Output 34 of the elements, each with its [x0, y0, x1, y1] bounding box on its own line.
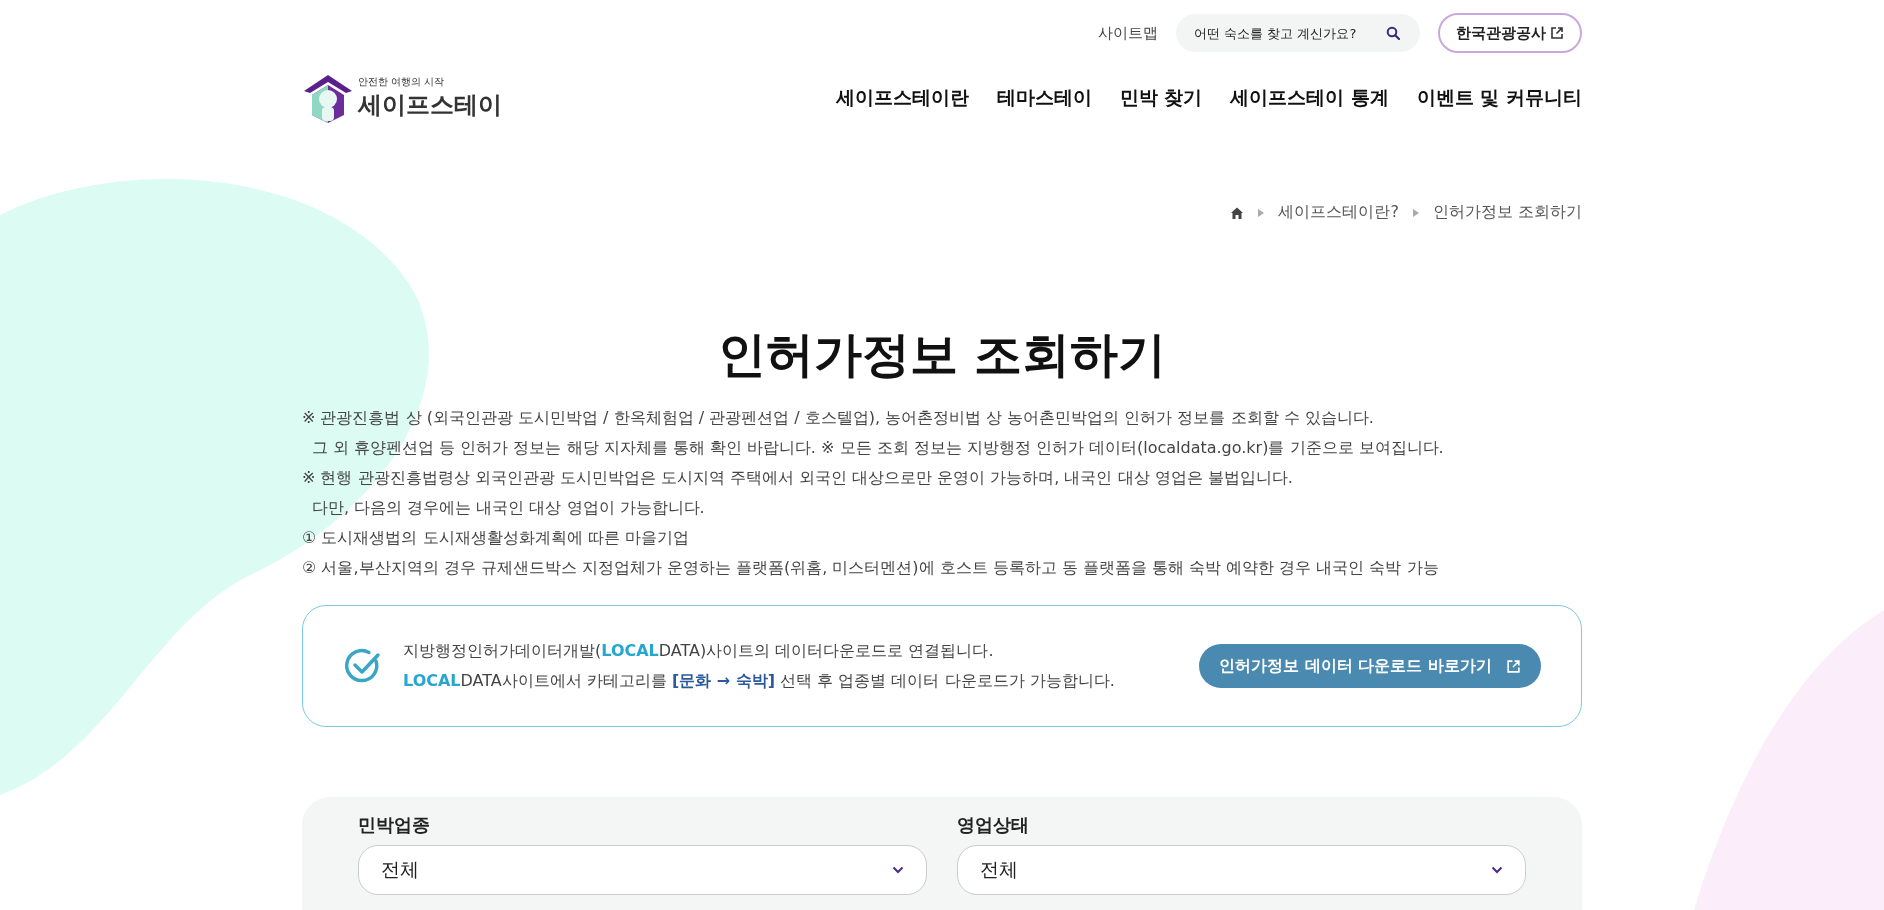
filter-label: 민박업종	[358, 813, 431, 837]
info-text: 지방행정인허가데이터개발(LOCALDATA)사이트의 데이터다운로드로 연결됩니다.	[403, 640, 995, 662]
external-link-icon	[1506, 658, 1521, 674]
search-icon	[1386, 26, 1400, 40]
nav-item[interactable]: 세이프스테이 통계	[1230, 85, 1389, 111]
logo-tagline: 안전한 여행의 시작	[358, 75, 446, 89]
notice-text: 그 외 휴양펜션업 등 인허가 정보는 해당 지자체를 통해 확인 바랍니다. ※ 모든 조회 정보는 지방행정 인허가 데이터(localdata.go.kr)를 기준으로 보여집니다.	[311, 437, 1445, 459]
nav-item[interactable]: 세이프스테이란	[835, 85, 969, 111]
caret-icon	[1412, 208, 1419, 217]
partner-link[interactable]: 한국관광공사	[1438, 13, 1582, 53]
breadcrumb-link[interactable]: 인허가정보 조회하기	[1432, 202, 1582, 223]
notice-text: ※ 현행 관광진흥법령상 외국인관광 도시민박업은 도시지역 주택에서 외국인 대상으로만 운영이 가능하며, 내국인 대상 영업은 불법입니다.	[302, 467, 1294, 489]
dropdown[interactable]: 전체	[957, 845, 1526, 895]
nav-item[interactable]: 테마스테이	[996, 85, 1092, 111]
notice-text: ② 서울,부산지역의 경우 규제샌드박스 지정업체가 운영하는 플랫폼(위홈, 미스터멘션)에 호스트 등록하고 동 플랫폼을 통해 숙박 예약한 경우 내국인 숙박 가능	[302, 557, 1440, 579]
notice-text: ① 도시재생법의 도시재생활성화계획에 따른 마을기업	[302, 527, 690, 549]
chevron-down-icon	[892, 866, 904, 874]
external-link-icon	[1550, 26, 1564, 40]
page-title: 인허가정보 조회하기	[716, 325, 1168, 384]
download-button[interactable]: 인허가정보 데이터 다운로드 바로가기	[1199, 644, 1541, 688]
nav-item[interactable]: 민박 찾기	[1119, 85, 1203, 111]
nav-item[interactable]: 이벤트 및 커뮤니티	[1416, 85, 1582, 111]
sitemap-link[interactable]: 사이트맵	[1098, 23, 1158, 43]
home-icon[interactable]	[1230, 205, 1245, 220]
notice-text: ※ 관광진흥법 상 (외국인관광 도시민박업 / 한옥체험업 / 관광펜션업 / 호스텔업), 농어촌정비법 상 농어촌민박업의 인허가 정보를 조회할 수 있습니다.	[302, 407, 1375, 429]
breadcrumb-link[interactable]: 세이프스테이란?	[1278, 202, 1399, 223]
dropdown[interactable]: 전체	[358, 845, 927, 895]
info-text: LOCALDATA사이트에서 카테고리를 [문화 → 숙박] 선택 후 업종별 데이터 다운로드가 가능합니다.	[403, 670, 1116, 692]
filter-label: 영업상태	[957, 813, 1030, 837]
logo-name: 세이프스테이	[358, 90, 502, 121]
search-field[interactable]: 어떤 숙소를 찾고 계신가요?	[1176, 14, 1420, 52]
chevron-down-icon	[1491, 866, 1503, 874]
caret-icon	[1258, 208, 1265, 217]
notice-text: 다만, 다음의 경우에는 내국인 대상 영업이 가능합니다.	[311, 497, 706, 519]
